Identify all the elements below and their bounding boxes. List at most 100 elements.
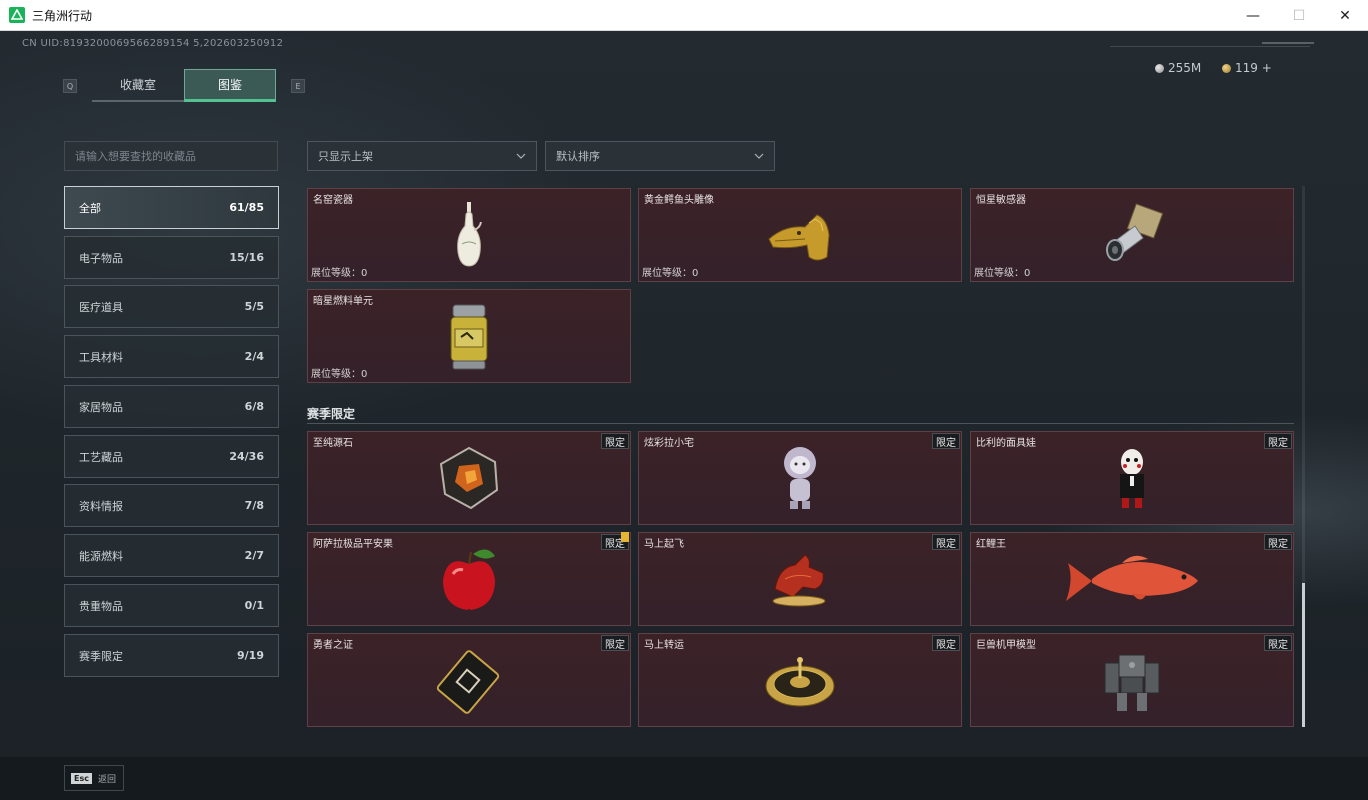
item-name: 恒星敏感器 (976, 195, 1026, 206)
category-count: 15/16 (229, 251, 264, 264)
sensor-icon (1106, 203, 1164, 261)
tab-collection-room[interactable]: 收藏室 (92, 69, 184, 102)
collection-item[interactable]: 勇者之证 限定 (307, 633, 631, 727)
gold-coin-icon (1222, 63, 1231, 73)
header-divider (1110, 46, 1310, 47)
gold-statue-icon (768, 214, 830, 261)
item-name: 炫彩拉小宅 (644, 438, 694, 449)
item-name: 暗星燃料单元 (313, 296, 373, 307)
category-label: 能源燃料 (79, 549, 123, 563)
category-count: 9/19 (237, 649, 264, 662)
category-count: 2/4 (244, 350, 264, 363)
item-name: 勇者之证 (313, 640, 353, 651)
item-level: 展位等级：0 (642, 268, 699, 279)
chevron-down-icon (754, 153, 764, 159)
category-medical[interactable]: 医疗道具 5/5 (64, 285, 279, 328)
category-count: 0/1 (244, 599, 264, 612)
collection-item[interactable]: 恒星敏感器 展位等级：0 (970, 188, 1294, 282)
category-count: 61/85 (229, 201, 264, 214)
category-label: 工具材料 (79, 350, 123, 364)
collection-item[interactable]: 红鲤王 限定 (970, 532, 1294, 626)
crystal-icon (439, 446, 499, 510)
category-label: 电子物品 (79, 251, 123, 265)
category-season-limited[interactable]: 赛季限定 9/19 (64, 634, 279, 677)
category-label: 赛季限定 (79, 649, 123, 663)
silver-coin-icon (1155, 63, 1164, 73)
category-tools[interactable]: 工具材料 2/4 (64, 335, 279, 378)
window-title: 三角洲行动 (32, 8, 93, 23)
item-name: 红鲤王 (976, 539, 1006, 550)
sort-dropdown[interactable]: 默认排序 (545, 141, 775, 171)
back-label: 返回 (97, 774, 116, 785)
collection-item[interactable]: 黄金鳄鱼头雕像 展位等级：0 (638, 188, 962, 282)
limited-badge: 限定 (1264, 534, 1292, 550)
collection-item[interactable]: 马上转运 限定 (638, 633, 962, 727)
collection-item[interactable]: 至纯源石 限定 (307, 431, 631, 525)
category-count: 5/5 (244, 300, 264, 313)
main-tabs: 收藏室 图鉴 (92, 69, 276, 102)
bottom-bar (0, 757, 1368, 800)
tab-catalog[interactable]: 图鉴 (184, 69, 276, 102)
limited-badge: 限定 (601, 635, 629, 651)
item-name: 比利的面具娃 (976, 438, 1036, 449)
esc-key-icon: Esc (71, 772, 92, 784)
limited-badge: 限定 (601, 433, 629, 449)
figure-icon (784, 447, 816, 509)
collection-item[interactable]: 炫彩拉小宅 限定 (638, 431, 962, 525)
collection-search-input[interactable] (64, 141, 278, 171)
collection-item[interactable]: 比利的面具娃 限定 (970, 431, 1294, 525)
player-uid: CN UID:8193200069566289154 5,20260325091… (22, 38, 284, 49)
collection-item[interactable]: 马上起飞 限定 (638, 532, 962, 626)
silver-amount: 255M (1168, 61, 1202, 75)
category-crafts[interactable]: 工艺藏品 24/36 (64, 435, 279, 478)
limited-badge: 限定 (932, 534, 960, 550)
section-divider (307, 423, 1294, 424)
tab-left-key: Q (63, 79, 77, 93)
category-label: 医疗道具 (79, 300, 123, 314)
category-label: 全部 (79, 201, 101, 215)
category-label: 家居物品 (79, 400, 123, 414)
limited-badge: 限定 (932, 635, 960, 651)
item-level: 展位等级：0 (311, 268, 368, 279)
category-count: 2/7 (244, 549, 264, 562)
limited-badge: 限定 (1264, 635, 1292, 651)
collection-item[interactable]: 巨兽机甲模型 限定 (970, 633, 1294, 727)
scrollbar-thumb[interactable] (1302, 583, 1305, 727)
item-name: 阿萨拉极品平安果 (313, 539, 393, 550)
item-level: 展位等级：0 (311, 369, 368, 380)
close-button[interactable]: ✕ (1322, 0, 1368, 31)
collection-item[interactable]: 阿萨拉极品平安果 限定 (307, 532, 631, 626)
vase-icon (457, 202, 482, 267)
category-intel[interactable]: 资料情报 7/8 (64, 484, 279, 527)
app-logo-icon (9, 7, 25, 23)
tab-right-key: E (291, 79, 305, 93)
category-valuables[interactable]: 贵重物品 0/1 (64, 584, 279, 627)
card-icon (436, 650, 500, 714)
item-name: 名窑瓷器 (313, 195, 353, 206)
collection-item[interactable]: 暗星燃料单元 展位等级：0 (307, 289, 631, 383)
category-label: 工艺藏品 (79, 450, 123, 464)
item-name: 巨兽机甲模型 (976, 640, 1036, 651)
puppet-icon (1120, 449, 1144, 508)
maximize-button[interactable]: ☐ (1276, 0, 1322, 31)
category-all[interactable]: 全部 61/85 (64, 186, 279, 229)
item-level: 展位等级：0 (974, 268, 1031, 279)
display-filter-value: 只显示上架 (318, 150, 373, 163)
limited-badge: 限定 (1264, 433, 1292, 449)
category-electronics[interactable]: 电子物品 15/16 (64, 236, 279, 279)
carp-icon (1066, 555, 1198, 601)
compass-icon (765, 657, 835, 707)
gold-currency[interactable]: 119 + (1222, 61, 1272, 75)
back-button[interactable]: Esc 返回 (64, 765, 124, 791)
minimize-button[interactable]: — (1230, 0, 1276, 31)
collection-item[interactable]: 名窑瓷器 展位等级：0 (307, 188, 631, 282)
category-energy[interactable]: 能源燃料 2/7 (64, 534, 279, 577)
season-section-title: 赛季限定 (307, 407, 356, 421)
item-name: 黄金鳄鱼头雕像 (644, 195, 714, 206)
category-household[interactable]: 家居物品 6/8 (64, 385, 279, 428)
warning-icon (621, 532, 629, 542)
silver-currency[interactable]: 255M (1155, 61, 1201, 75)
display-filter-dropdown[interactable]: 只显示上架 (307, 141, 537, 171)
item-name: 马上起飞 (644, 539, 684, 550)
item-name: 至纯源石 (313, 438, 353, 449)
